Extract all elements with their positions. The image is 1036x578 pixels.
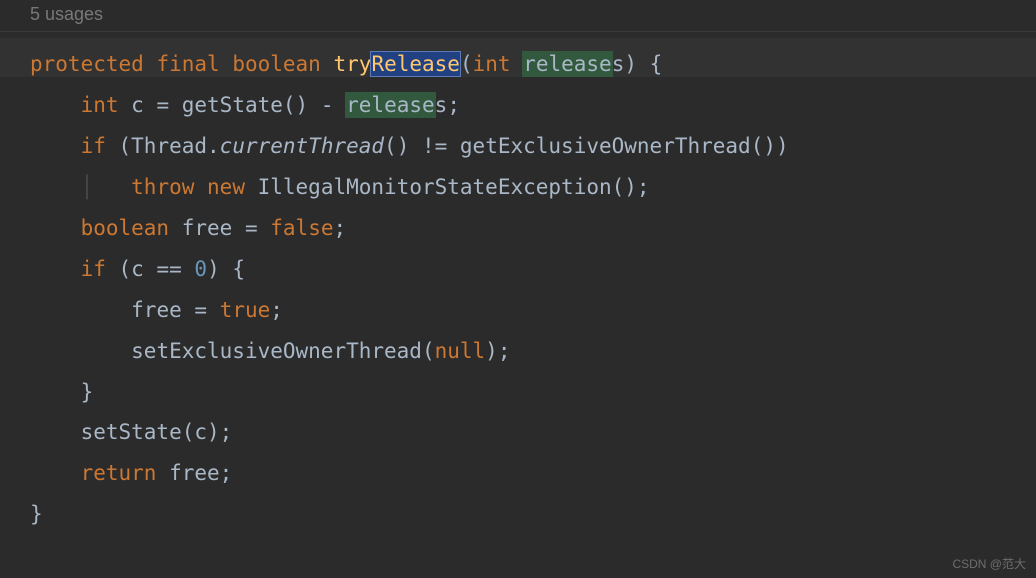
op-eq: = (245, 216, 258, 240)
method-name-try: try (334, 52, 372, 76)
brace-close: } (81, 380, 94, 404)
semi: ; (447, 93, 460, 117)
sp (333, 93, 346, 117)
sp (207, 298, 220, 322)
keyword-if: if (81, 257, 106, 281)
brace-close: } (30, 502, 43, 526)
op-minus: - (321, 93, 334, 117)
keyword-protected: protected (30, 52, 144, 76)
sp (258, 216, 271, 240)
watermark: CSDN @范大 (952, 555, 1026, 572)
call-currentthread: currentThread (220, 134, 384, 158)
keyword-final: final (156, 52, 219, 76)
paren: ) (624, 52, 637, 76)
var-s: s (435, 93, 448, 117)
var-c: c (119, 93, 157, 117)
var-free: free (131, 298, 194, 322)
var-free: free (169, 216, 245, 240)
semi: ; (270, 298, 283, 322)
keyword-boolean: boolean (81, 216, 170, 240)
param-s: s (612, 52, 625, 76)
op-eq: = (156, 93, 169, 117)
keyword-int: int (81, 93, 119, 117)
call-getstate: getState() (169, 93, 321, 117)
keyword-boolean: boolean (232, 52, 321, 76)
usages-hint[interactable]: 5 usages (0, 0, 1036, 32)
call-setexclusive: setExclusiveOwnerThread( (131, 339, 434, 363)
expr-free: free; (156, 461, 232, 485)
expr-close: ) { (207, 257, 245, 281)
literal-true: true (220, 298, 271, 322)
keyword-throw: throw (131, 175, 194, 199)
keyword-return: return (81, 461, 157, 485)
keyword-if: if (81, 134, 106, 158)
call-setstate: setState(c); (81, 420, 233, 444)
var-release-hl: release (346, 93, 435, 117)
expr-exception: IllegalMonitorStateException(); (245, 175, 650, 199)
brace-open: { (637, 52, 662, 76)
literal-zero: 0 (194, 257, 207, 281)
keyword-new: new (207, 175, 245, 199)
code-line[interactable]: protected final boolean tryRelease(int r… (30, 44, 1006, 535)
paren-close: ); (485, 339, 510, 363)
literal-false: false (270, 216, 333, 240)
expr-rest: () != getExclusiveOwnerThread()) (384, 134, 789, 158)
sp (194, 175, 207, 199)
literal-null: null (435, 339, 486, 363)
op-eq: = (194, 298, 207, 322)
op-eqeq: == (156, 257, 181, 281)
method-name-release-current: Release (371, 52, 460, 76)
paren: ( (460, 52, 473, 76)
expr-open: (c (106, 257, 157, 281)
code-editor[interactable]: protected final boolean tryRelease(int r… (0, 32, 1036, 547)
keyword-int: int (473, 52, 511, 76)
indent-guide: │ (81, 175, 132, 199)
param-release-hl: release (523, 52, 612, 76)
expr-open: (Thread. (106, 134, 220, 158)
sp (182, 257, 195, 281)
semi: ; (333, 216, 346, 240)
